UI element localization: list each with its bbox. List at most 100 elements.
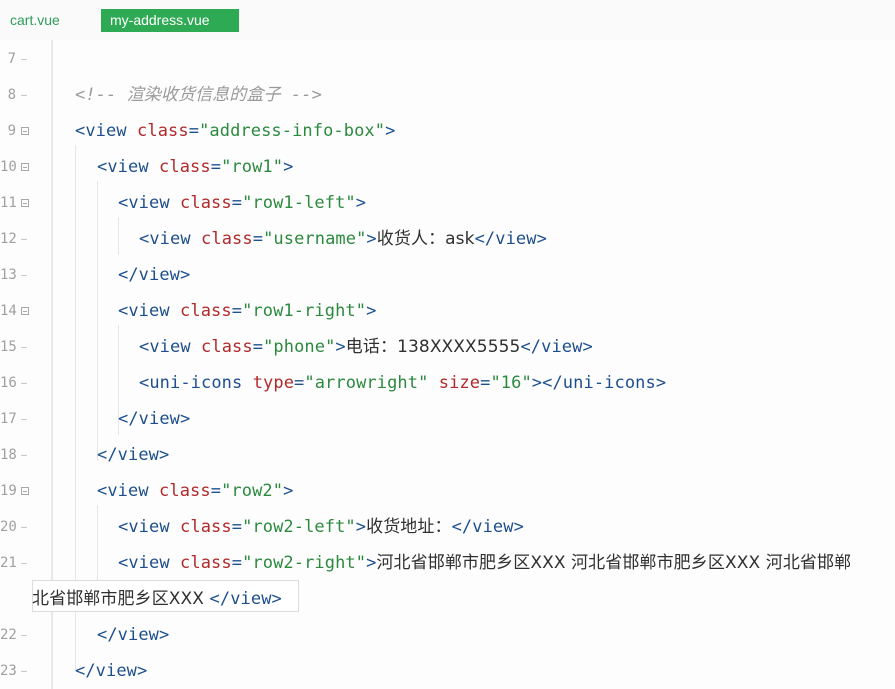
code-string: "phone"	[263, 337, 336, 357]
code-line-14[interactable]: <view class="row1-right">	[118, 300, 376, 322]
line-number: 18	[0, 447, 17, 463]
code-tag-open: <view	[97, 157, 149, 177]
line-number: 10	[0, 159, 17, 175]
code-tag-end: </view>	[209, 589, 282, 609]
code-tag-open: <view	[118, 301, 170, 321]
code-line-12[interactable]: <view class="username">收货人：ask</view>	[139, 228, 547, 250]
code-tag-close: >	[531, 373, 543, 393]
code-line-15[interactable]: <view class="phone">电话：138XXXX5555</view…	[139, 336, 593, 358]
line-number: 14	[0, 303, 17, 319]
code-line-13[interactable]: </view>	[118, 264, 190, 286]
fold-guide-mark	[21, 419, 27, 420]
indent-guide	[97, 505, 98, 585]
code-string: "arrowright"	[304, 373, 429, 393]
code-tag-open: <view	[139, 229, 191, 249]
code-line-20[interactable]: <view class="row2-left">收货地址：</view>	[118, 516, 524, 538]
code-tag-close: >	[355, 193, 367, 213]
code-tag-open: <view	[139, 337, 191, 357]
code-line-18[interactable]: </view>	[97, 444, 169, 466]
code-line-17[interactable]: </view>	[118, 408, 190, 430]
line-number: 7	[7, 51, 16, 67]
fold-toggle-icon[interactable]	[21, 163, 29, 171]
fold-guide-mark	[21, 455, 27, 456]
code-tag-close: >	[355, 517, 367, 537]
fold-guide-mark	[21, 671, 27, 672]
code-line-21[interactable]: <view class="row2-right">河北省邯郸市肥乡区XXX 河北…	[118, 552, 851, 574]
fold-guide-mark	[21, 95, 27, 96]
code-string: "row2-left"	[242, 517, 356, 537]
code-text: 北省邯郸市肥乡区XXX	[32, 589, 210, 609]
code-string: "16"	[490, 373, 532, 393]
code-tag-end: </view>	[97, 625, 170, 645]
line-number: 8	[7, 87, 16, 103]
fold-guide-mark	[21, 239, 27, 240]
code-attribute: size	[438, 373, 481, 393]
code-tag-close: >	[366, 553, 377, 573]
code-equals: =	[480, 373, 491, 393]
code-line-23[interactable]: </view>	[75, 660, 147, 682]
line-number: 23	[0, 663, 17, 679]
fold-guide-mark	[21, 59, 27, 60]
code-equals: =	[252, 229, 264, 249]
code-tag-open: <view	[118, 193, 170, 213]
fold-guide-mark	[21, 275, 27, 276]
code-attribute: class	[159, 157, 211, 177]
fold-toggle-icon[interactable]	[21, 127, 29, 135]
code-tag-close: >	[283, 157, 294, 177]
code-attribute: class	[201, 337, 253, 357]
line-number: 15	[0, 339, 17, 355]
code-attribute: class	[159, 481, 211, 501]
code-comment: <!-- 渲染收货信息的盒子 -->	[75, 85, 322, 105]
code-tag-open: <view	[118, 553, 170, 573]
code-string: "row2"	[221, 481, 284, 501]
line-number: 19	[0, 483, 17, 499]
code-tag-end: </view>	[118, 265, 191, 285]
code-equals: =	[231, 553, 243, 573]
line-number: 12	[0, 231, 17, 247]
line-number: 11	[0, 195, 17, 211]
indent-guide	[118, 217, 119, 255]
code-text: 河北省邯郸市肥乡区XXX 河北省邯郸市肥乡区XXX 河北省邯郸	[376, 553, 852, 573]
fold-toggle-icon[interactable]	[21, 199, 29, 207]
fold-guide-mark	[21, 383, 27, 384]
code-equals: =	[252, 337, 264, 357]
fold-guide-mark	[21, 347, 27, 348]
code-tag-open: <uni-icons	[139, 373, 243, 393]
code-line-21-wrap[interactable]: 北省邯郸市肥乡区XXX </view>	[32, 588, 282, 610]
code-line-10[interactable]: <view class="row1">	[97, 156, 293, 178]
code-line-11[interactable]: <view class="row1-left">	[118, 192, 366, 214]
tab-my-address-vue[interactable]: my-address.vue	[101, 9, 239, 32]
line-number: 21	[0, 555, 17, 571]
code-attribute: class	[180, 193, 232, 213]
code-line-19[interactable]: <view class="row2">	[97, 480, 293, 502]
code-text: 收货人：ask	[376, 229, 475, 249]
code-attribute: class	[180, 517, 232, 537]
fold-guide-mark	[21, 635, 27, 636]
code-equals: =	[231, 193, 243, 213]
code-editor[interactable]: 7 8 <!-- 渲染收货信息的盒子 --> 9 <view class="addres…	[0, 40, 895, 689]
code-tag-close: >	[283, 481, 294, 501]
line-number: 13	[0, 267, 17, 283]
code-tag-close: >	[366, 229, 377, 249]
fold-guide-mark	[21, 527, 27, 528]
code-tag-end: </view>	[118, 409, 191, 429]
code-equals: =	[231, 517, 243, 537]
code-tag-close: >	[366, 301, 377, 321]
code-attribute: type	[252, 373, 295, 393]
code-attribute: class	[201, 229, 253, 249]
indent-guide	[97, 181, 98, 461]
code-string: "row1"	[221, 157, 284, 177]
code-line-22[interactable]: </view>	[97, 624, 169, 646]
code-line-16[interactable]: <uni-icons type="arrowright" size="16"><…	[139, 372, 666, 394]
code-text: 收货地址：	[366, 517, 452, 537]
code-attribute: class	[180, 301, 232, 321]
code-line-8[interactable]: <!-- 渲染收货信息的盒子 -->	[75, 84, 322, 106]
code-string: "row1-right"	[242, 301, 367, 321]
code-line-9[interactable]: <view class="address-info-box">	[75, 120, 395, 142]
tab-cart-vue[interactable]: cart.vue	[10, 9, 60, 32]
code-string: "username"	[263, 229, 367, 249]
code-tag-end: </view>	[474, 229, 547, 249]
fold-toggle-icon[interactable]	[21, 487, 29, 495]
fold-toggle-icon[interactable]	[21, 307, 29, 315]
code-equals: =	[188, 121, 200, 141]
